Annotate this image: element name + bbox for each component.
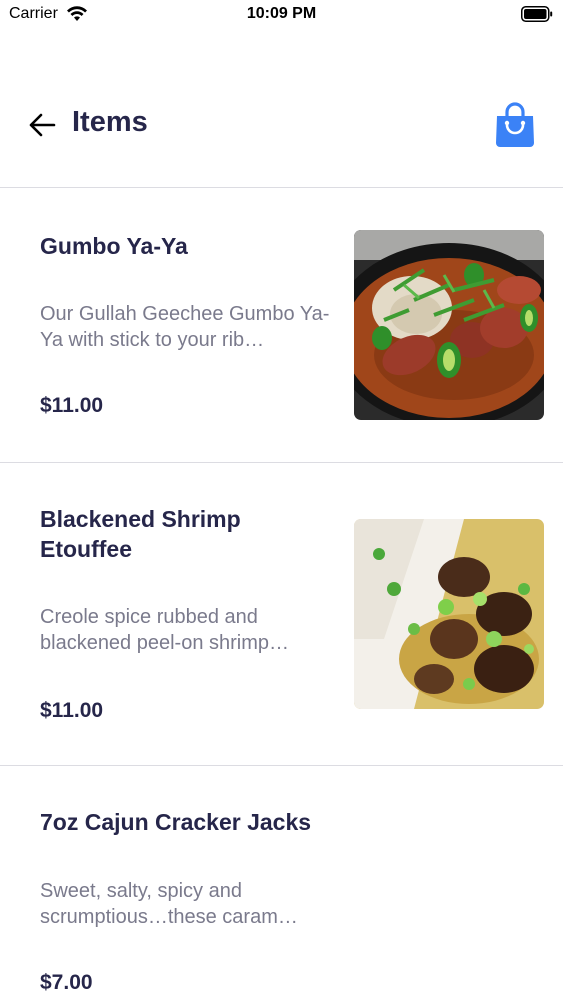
item-name: Blackened Shrimp Etouffee [40, 506, 241, 562]
item-description: Creole spice rubbed and blackened peel-o… [40, 606, 290, 654]
cart-button[interactable] [492, 100, 538, 150]
item-price: $11.00 [40, 394, 104, 417]
item-description: Our Gullah Geechee Gumbo Ya-Ya with stic… [40, 303, 330, 351]
battery-icon [521, 6, 553, 22]
status-time: 10:09 PM [246, 5, 317, 22]
item-price: $7.00 [40, 971, 93, 994]
shopping-bag-icon [496, 102, 534, 147]
item-price: $11.00 [40, 699, 104, 722]
arrow-left-icon [29, 113, 56, 137]
status-bar: Carrier 10:09 PM [0, 0, 563, 30]
navigation-header: Carrier 10:09 PM Items [0, 0, 563, 188]
page-title: Items [72, 106, 148, 138]
item-name: 7oz Cajun Cracker Jacks [40, 809, 312, 835]
menu-item-card[interactable]: Blackened Shrimp Etouffee Creole spice r… [0, 463, 563, 766]
menu-item-card[interactable]: Gumbo Ya-Ya Our Gullah Geechee Gumbo Ya-… [0, 189, 563, 463]
item-description: Sweet, salty, spicy and scrumptious…thes… [40, 880, 298, 928]
item-photo [354, 230, 544, 420]
item-photo [354, 519, 544, 709]
menu-item-card[interactable]: 7oz Cajun Cracker Jacks Sweet, salty, sp… [0, 766, 563, 1000]
item-name: Gumbo Ya-Ya [40, 233, 188, 259]
back-button[interactable] [26, 110, 58, 140]
